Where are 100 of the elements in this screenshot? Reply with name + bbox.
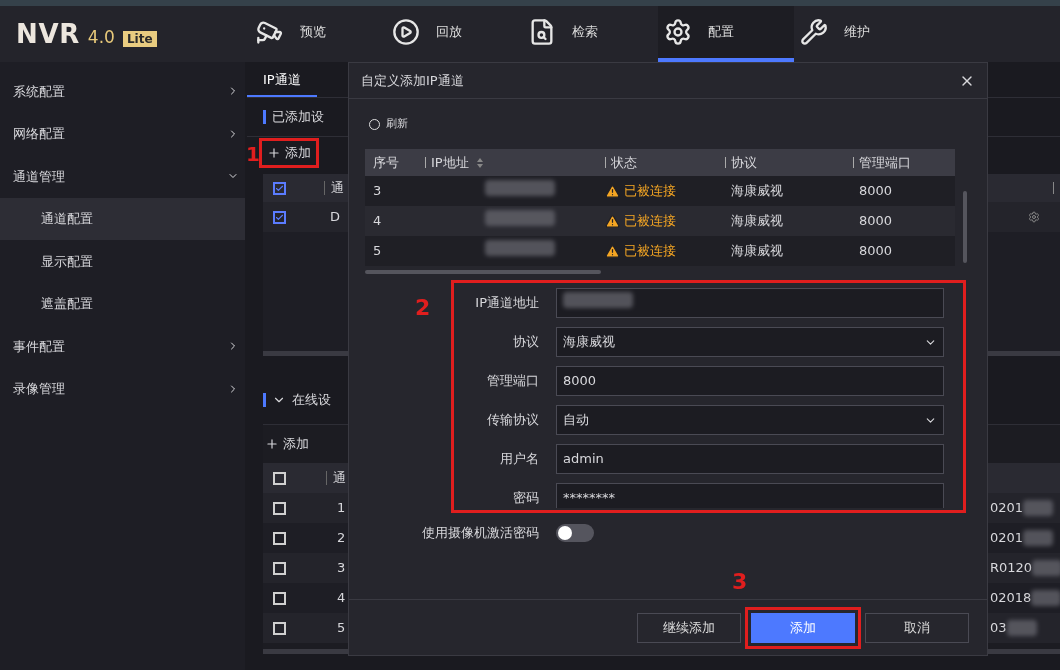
check-icon bbox=[275, 212, 284, 222]
nav-tab[interactable]: 配置 bbox=[658, 6, 794, 62]
blurred-patch bbox=[485, 210, 555, 227]
table-cell-text: 海康威视 bbox=[730, 242, 784, 261]
sidebar-item[interactable]: 录像管理 bbox=[0, 367, 245, 410]
secondary-button[interactable]: 继续添加 bbox=[637, 612, 741, 643]
toggle-label: 使用摄像机激活密码 bbox=[422, 524, 539, 543]
blurred-patch bbox=[1031, 590, 1060, 606]
table-cell-text: 5 bbox=[372, 242, 383, 261]
add-button[interactable]: 添加 bbox=[259, 137, 319, 168]
blurred-patch bbox=[1006, 620, 1037, 636]
step-marker: 1 bbox=[246, 142, 260, 166]
status-text: 已被连接 bbox=[624, 182, 676, 201]
input-field[interactable] bbox=[556, 288, 944, 318]
camera-icon bbox=[256, 18, 284, 46]
logo-edition: Lite bbox=[122, 30, 157, 47]
logo-version: 4.0 bbox=[87, 25, 115, 49]
status-text: 已被连接 bbox=[624, 242, 676, 261]
sidebar-subitem[interactable]: 通道配置 bbox=[0, 197, 245, 240]
table-cell-text: 8000 bbox=[858, 212, 894, 231]
column-header: 管理端口 bbox=[859, 153, 911, 172]
blurred-patch bbox=[1023, 530, 1054, 546]
table-cell-text: 3 bbox=[337, 559, 346, 578]
check-icon bbox=[275, 183, 284, 193]
column-header: 状态 bbox=[611, 153, 637, 172]
table-cell-text: 1 bbox=[337, 499, 346, 518]
play-icon bbox=[392, 18, 420, 46]
dialog-title: 自定义添加IP通道 bbox=[361, 71, 464, 90]
blurred-patch bbox=[485, 240, 555, 257]
plus-icon bbox=[265, 437, 279, 451]
field-label: IP通道地址 bbox=[475, 294, 539, 313]
field-label: 管理端口 bbox=[487, 372, 539, 391]
step-marker: 3 bbox=[732, 568, 748, 596]
field-label: 传输协议 bbox=[487, 411, 539, 430]
table-cell-text: 4 bbox=[337, 589, 346, 608]
warning-icon bbox=[605, 183, 620, 199]
checkbox[interactable] bbox=[273, 531, 286, 545]
table-cell-text: 8000 bbox=[858, 182, 894, 201]
warning-icon bbox=[605, 243, 620, 259]
input-field[interactable]: 8000 bbox=[556, 366, 944, 396]
checkbox[interactable] bbox=[273, 181, 286, 195]
checkbox[interactable] bbox=[273, 471, 286, 485]
section-title: 已添加设 bbox=[272, 108, 324, 127]
sidebar-subitem[interactable]: 遮盖配置 bbox=[0, 282, 245, 325]
table-cell-text: 0201 bbox=[990, 499, 1024, 518]
blurred-patch bbox=[1032, 560, 1060, 576]
sidebar-subitem[interactable]: 显示配置 bbox=[0, 240, 245, 283]
table-cell-text: 3 bbox=[372, 182, 383, 201]
table-cell-text: 03 bbox=[990, 619, 1007, 638]
column-header: 序号 bbox=[373, 153, 399, 172]
field-label: 协议 bbox=[513, 333, 539, 352]
step-marker: 2 bbox=[415, 295, 431, 321]
input-field[interactable]: ******** bbox=[556, 483, 944, 508]
select-field[interactable]: 自动 bbox=[556, 405, 944, 435]
table-cell-text: 8000 bbox=[858, 242, 894, 261]
nav-tab[interactable]: 维护 bbox=[794, 6, 930, 62]
table-cell-text: 海康威视 bbox=[730, 182, 784, 201]
sidebar-item[interactable]: 通道管理 bbox=[0, 155, 245, 198]
table-cell-text: 4 bbox=[372, 212, 383, 231]
column-header: 通 bbox=[324, 181, 344, 195]
add-button[interactable]: 添加 bbox=[263, 434, 311, 454]
checkbox[interactable] bbox=[273, 561, 286, 575]
sidebar-item[interactable]: 事件配置 bbox=[0, 325, 245, 368]
wrench-icon bbox=[800, 18, 828, 46]
checkbox[interactable] bbox=[273, 591, 286, 605]
field-label: 密码 bbox=[513, 489, 539, 508]
sidebar-item[interactable]: 系统配置 bbox=[0, 70, 245, 113]
section-title: 在线设 bbox=[292, 391, 331, 410]
table-cell-text: 0201 bbox=[990, 529, 1024, 548]
table-cell-text: 2 bbox=[337, 529, 346, 548]
nav-tab[interactable]: 检索 bbox=[522, 6, 658, 62]
sidebar-item[interactable]: 网络配置 bbox=[0, 112, 245, 155]
select-field[interactable]: 海康威视 bbox=[556, 327, 944, 357]
checkbox[interactable] bbox=[273, 621, 286, 635]
blurred-patch bbox=[485, 180, 555, 197]
column-header: 通 bbox=[326, 471, 346, 485]
table-cell-text: D bbox=[330, 208, 340, 227]
column-header: IP地址 bbox=[431, 153, 469, 172]
toggle-switch[interactable] bbox=[556, 524, 594, 542]
table-cell-text: 5 bbox=[337, 619, 346, 638]
field-label: 用户名 bbox=[500, 450, 539, 469]
input-field[interactable]: admin bbox=[556, 444, 944, 474]
table-cell-text: 02018 bbox=[990, 589, 1032, 608]
refresh-label[interactable]: 刷新 bbox=[386, 115, 408, 133]
settings-icon[interactable] bbox=[1028, 211, 1040, 223]
checkbox[interactable] bbox=[273, 210, 286, 224]
status-text: 已被连接 bbox=[624, 212, 676, 231]
logo-name: NVR bbox=[16, 17, 80, 51]
sort-icon[interactable] bbox=[476, 157, 483, 168]
checkbox[interactable] bbox=[273, 501, 286, 515]
table-cell-text: 海康威视 bbox=[730, 212, 784, 231]
nav-tab[interactable]: 预览 bbox=[250, 6, 386, 62]
warning-icon bbox=[605, 213, 620, 229]
nav-tab[interactable]: 回放 bbox=[386, 6, 522, 62]
secondary-button[interactable]: 取消 bbox=[865, 612, 969, 643]
plus-icon bbox=[267, 145, 281, 160]
settings-icon bbox=[664, 18, 692, 46]
column-header: 协议 bbox=[731, 153, 757, 172]
blurred-patch bbox=[1023, 500, 1054, 516]
page-tab[interactable]: IP通道 bbox=[247, 69, 317, 97]
